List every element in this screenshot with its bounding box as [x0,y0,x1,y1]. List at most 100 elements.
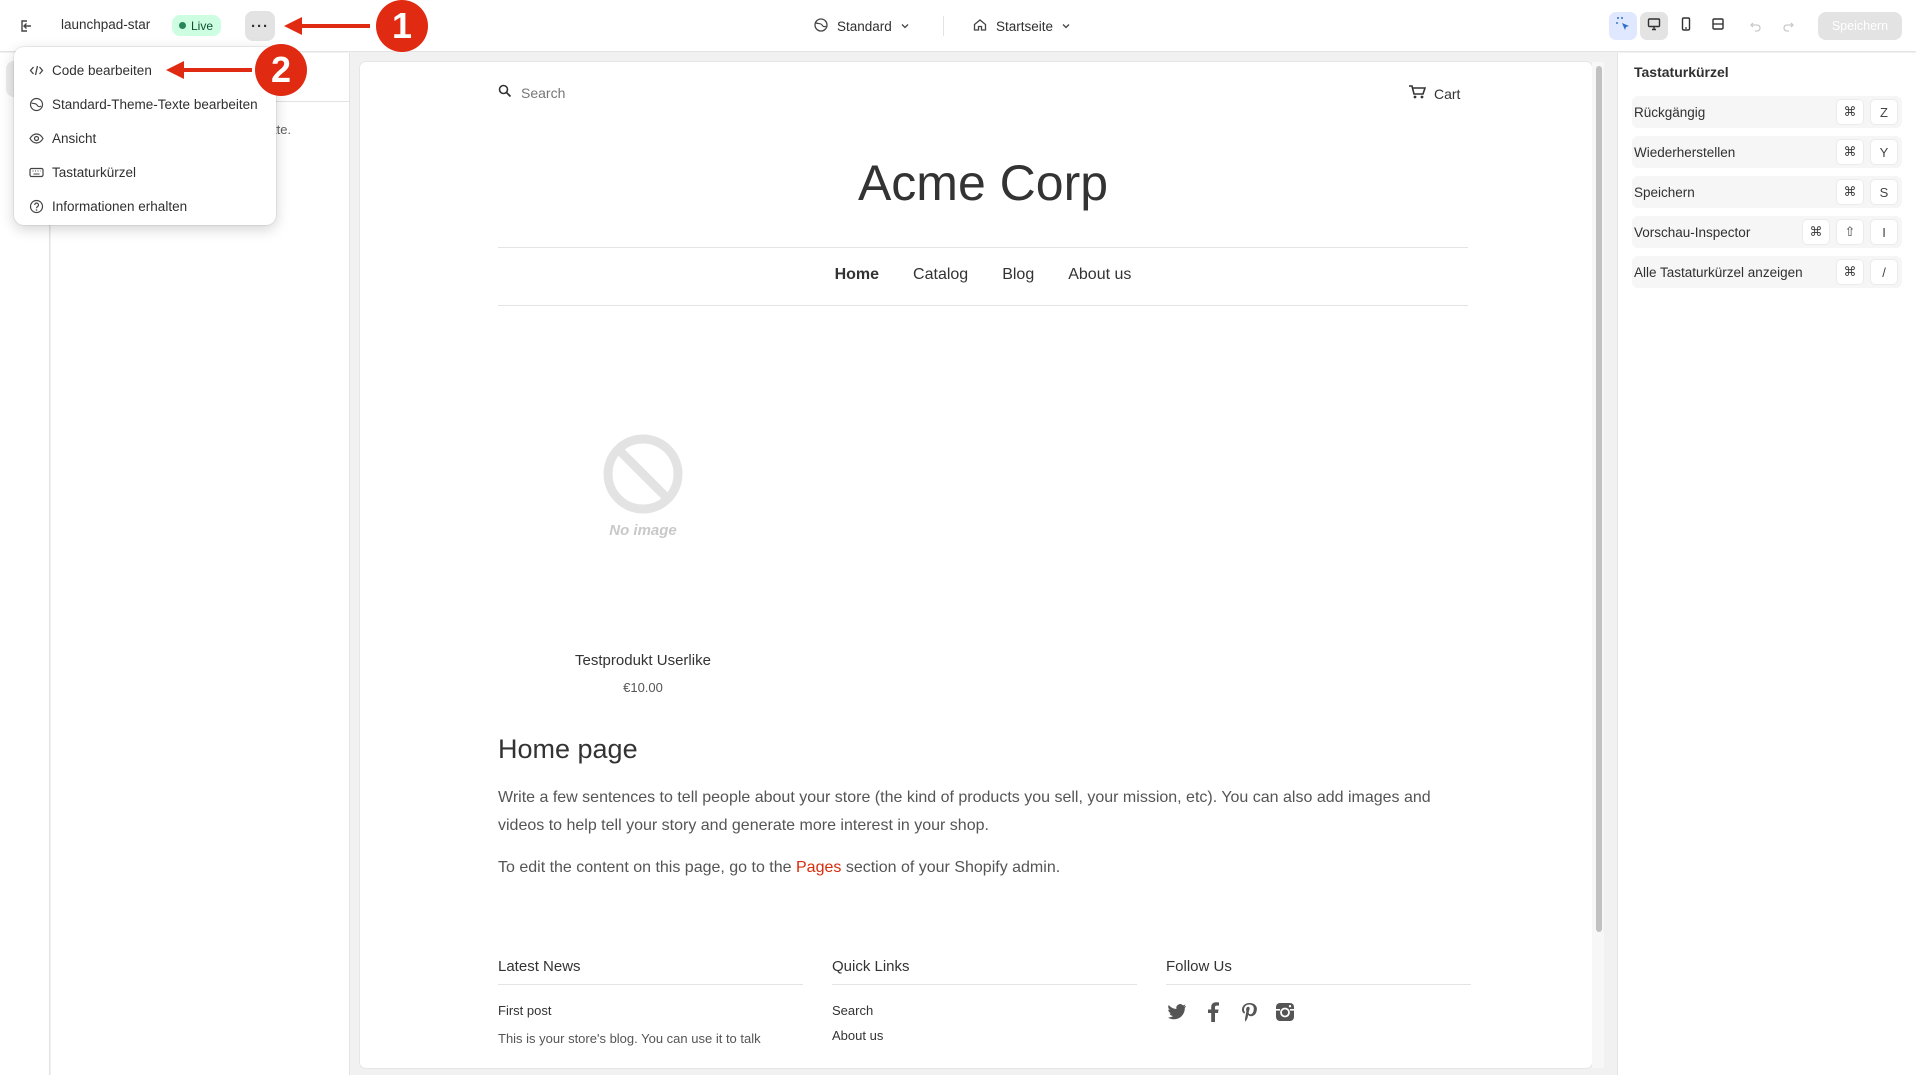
blog-post-excerpt: This is your store's blog. You can use i… [498,1031,761,1046]
live-label: Live [191,18,214,33]
facebook-icon[interactable] [1202,1001,1224,1023]
theme-selector[interactable]: Standard [813,13,910,39]
chevron-down-icon [1061,19,1071,34]
menu-item-edit-theme-texts[interactable]: Standard-Theme-Texte bearbeiten [20,87,270,121]
device-toggle-group [1640,12,1732,40]
nav-blog[interactable]: Blog [1002,266,1034,284]
nav-catalog[interactable]: Catalog [913,266,968,284]
annotation-callout-1: 1 [376,0,428,52]
keyboard-icon [28,164,44,180]
menu-item-label: Tastaturkürzel [52,164,137,180]
fullwidth-view-button[interactable] [1704,12,1732,40]
shortcut-key: Z [1870,99,1898,125]
inspector-button[interactable] [1609,12,1637,40]
shortcut-keys: ⌘ S [1836,179,1902,205]
shortcut-row: Speichern ⌘ S [1632,176,1902,208]
shortcut-keys: ⌘ Y [1836,139,1902,165]
shortcut-keys: ⌘ ⇧ I [1802,219,1902,245]
shortcut-row: Rückgängig ⌘ Z [1632,96,1902,128]
redo-icon[interactable] [1776,14,1800,38]
shortcut-key: I [1870,219,1898,245]
blog-post-link[interactable]: First post [498,1003,803,1018]
home-page-title: Home page [498,734,638,764]
divider [498,247,1468,248]
code-icon [28,62,44,78]
twitter-icon[interactable] [1166,1001,1188,1023]
shortcut-row: Vorschau-Inspector ⌘ ⇧ I [1632,216,1902,248]
shortcut-label: Rückgängig [1634,104,1706,120]
shortcut-key: S [1870,179,1898,205]
shortcut-label: Alle Tastaturkürzel anzeigen [1634,264,1803,280]
social-links [1166,1001,1471,1023]
divider [498,305,1468,306]
annotation-arrow-1 [284,17,370,35]
shortcut-label: Vorschau-Inspector [1634,224,1751,240]
shortcut-key: Y [1870,139,1898,165]
more-actions-button[interactable]: ··· [245,11,275,41]
cart-link[interactable]: Cart [1408,84,1460,103]
question-icon [28,198,44,214]
pages-link[interactable]: Pages [796,859,841,876]
menu-item-view[interactable]: Ansicht [20,121,270,155]
footer-link-search[interactable]: Search [832,1003,1137,1018]
desktop-icon [1646,16,1662,37]
menu-item-get-info[interactable]: Informationen erhalten [20,189,270,223]
shortcut-key: ⌘ [1836,179,1864,205]
shortcut-label: Speichern [1634,184,1695,200]
footer-title: Quick Links [832,958,910,975]
shortcut-row: Wiederherstellen ⌘ Y [1632,136,1902,168]
menu-item-label: Standard-Theme-Texte bearbeiten [52,96,258,112]
product-title[interactable]: Testprodukt Userlike [498,652,788,669]
product-price: €10.00 [623,680,663,695]
theme-selector-label: Standard [837,18,892,34]
storefront-nav: Home Catalog Blog About us [498,266,1468,284]
live-dot-icon [179,22,186,29]
shortcut-keys: ⌘ / [1836,259,1902,285]
desktop-view-button[interactable] [1640,12,1668,40]
instagram-icon[interactable] [1274,1001,1296,1023]
preview-scrollbar-thumb[interactable] [1596,66,1602,932]
footer-follow-us: Follow Us [1166,958,1471,1023]
chevron-down-icon [900,19,910,34]
exit-icon[interactable] [14,14,38,38]
nav-about-us[interactable]: About us [1068,266,1131,284]
shortcuts-panel: Tastaturkürzel Rückgängig ⌘ Z Wiederhers… [1617,53,1916,1075]
mobile-icon [1678,16,1694,37]
no-image-icon [603,434,683,514]
shortcut-label: Wiederherstellen [1634,144,1736,160]
annotation-callout-2: 2 [255,44,307,96]
footer-latest-news: Latest News First post This is your stor… [498,958,803,1050]
shortcut-key: ⌘ [1836,259,1864,285]
home-page-edit-note: To edit the content on this page, go to … [498,854,1468,882]
footer-title: Latest News [498,958,581,975]
store-logo[interactable]: Acme Corp [498,154,1468,212]
footer-quick-links: Quick Links Search About us [832,958,1137,1043]
annotation-arrow-2 [166,61,252,79]
menu-item-label: Code bearbeiten [52,62,152,78]
shortcut-key: ⇧ [1836,219,1864,245]
no-image-label: No image [609,522,677,539]
nav-home[interactable]: Home [835,266,879,284]
pinterest-icon[interactable] [1238,1001,1260,1023]
page-selector[interactable]: Startseite [972,13,1071,39]
divider [498,984,803,985]
undo-icon[interactable] [1744,14,1768,38]
mobile-view-button[interactable] [1672,12,1700,40]
fullscreen-icon [1710,16,1726,37]
shortcut-keys: ⌘ Z [1836,99,1902,125]
cart-label: Cart [1434,85,1461,102]
save-button[interactable]: Speichern [1818,12,1902,40]
inspect-cursor-icon [1615,16,1631,37]
shortcut-key: ⌘ [1836,99,1864,125]
menu-item-shortcuts[interactable]: Tastaturkürzel [20,155,270,189]
storefront-search[interactable]: Search [498,84,565,101]
menu-item-label: Ansicht [52,130,97,146]
eye-icon [28,130,44,146]
storefront-preview: Search Cart Acme Corp Home Catalog Blog … [360,62,1592,1068]
shortcut-key: ⌘ [1836,139,1864,165]
live-badge: Live [172,15,222,36]
cart-icon [1408,84,1427,103]
footer-link-about-us[interactable]: About us [832,1028,1137,1043]
edit-note-text: section of your Shopify admin. [841,859,1061,876]
shortcut-row: Alle Tastaturkürzel anzeigen ⌘ / [1632,256,1902,288]
